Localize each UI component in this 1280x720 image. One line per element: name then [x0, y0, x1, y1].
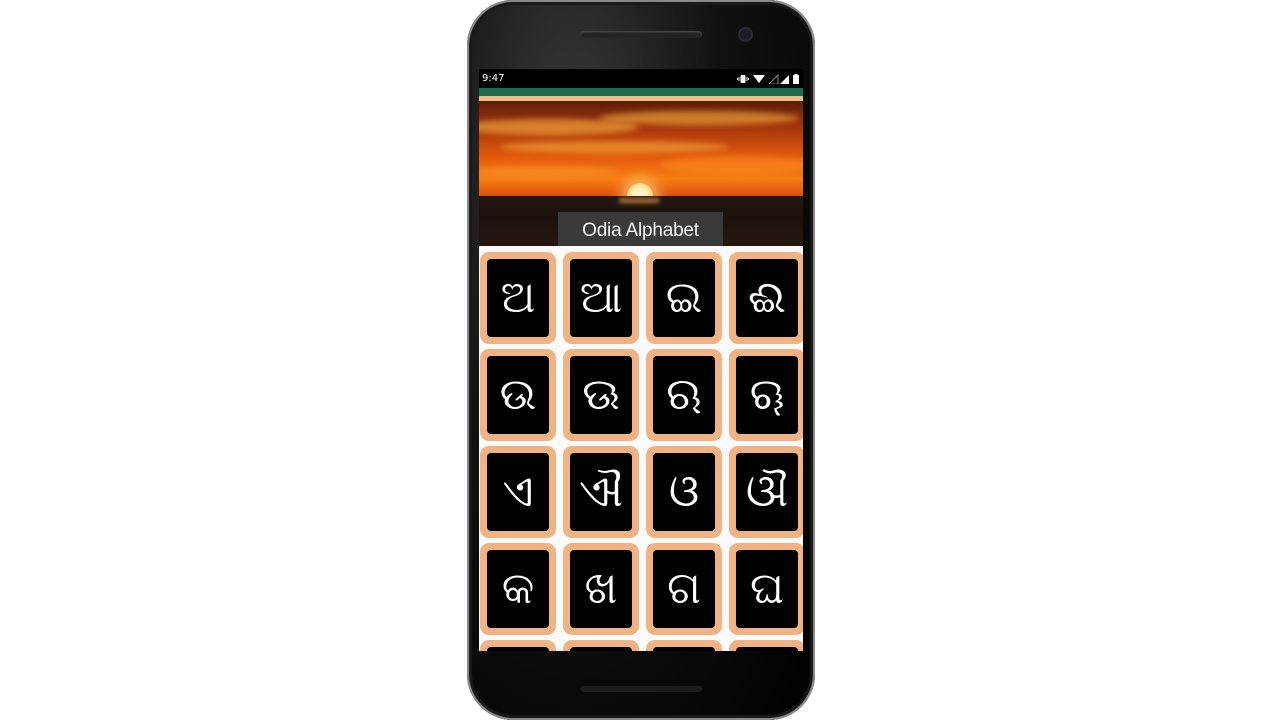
status-icons: [737, 73, 799, 84]
letter-char: ଓ: [653, 453, 715, 531]
letter-tile[interactable]: ଆ: [563, 252, 639, 344]
screen: 9:47 Odia Alphabet ଅ ଆ ଇ ଈ ଉ ଊ ଋ ୠ ଏ ଐ ଓ…: [479, 69, 803, 651]
letter-tile[interactable]: ଗ: [646, 543, 722, 635]
letter-char: ଈ: [736, 259, 798, 337]
letter-char: ଋ: [653, 356, 715, 434]
letter-char: କ: [487, 550, 549, 628]
front-camera-icon: [740, 29, 751, 40]
sunset-banner-image: Odia Alphabet: [479, 101, 803, 251]
letter-tile[interactable]: ଖ: [563, 543, 639, 635]
letter-tile[interactable]: [480, 640, 556, 651]
letter-char: ଇ: [653, 259, 715, 337]
letter-char: ଆ: [570, 259, 632, 337]
letter-char: [653, 647, 715, 651]
earpiece-speaker: [580, 31, 702, 38]
letter-char: [487, 647, 549, 651]
letter-tile[interactable]: ଈ: [729, 252, 803, 344]
letter-tile[interactable]: ଓ: [646, 446, 722, 538]
letter-char: ଘ: [736, 550, 798, 628]
letter-char: [736, 647, 798, 651]
letter-char: ଅ: [487, 259, 549, 337]
letter-tile[interactable]: ଔ: [729, 446, 803, 538]
app-title: Odia Alphabet: [558, 212, 723, 249]
banner-cloud: [599, 111, 799, 125]
sun-reflection: [619, 198, 659, 203]
banner-cloud: [499, 141, 729, 153]
signal-icon: [769, 73, 789, 84]
letter-char: ଉ: [487, 356, 549, 434]
letter-tile[interactable]: ଊ: [563, 349, 639, 441]
letter-char: ଐ: [570, 453, 632, 531]
phone-frame: 9:47 Odia Alphabet ଅ ଆ ଇ ଈ ଉ ଊ ଋ ୠ ଏ ଐ ଓ…: [467, 0, 815, 720]
letter-char: ୠ: [736, 356, 798, 434]
letter-char: ଊ: [570, 356, 632, 434]
letter-tile[interactable]: ଇ: [646, 252, 722, 344]
letter-tile[interactable]: ଉ: [480, 349, 556, 441]
letter-tile[interactable]: ଏ: [480, 446, 556, 538]
letter-char: ଖ: [570, 550, 632, 628]
wifi-icon: [753, 74, 765, 83]
banner-cloud: [479, 166, 619, 178]
letter-tile[interactable]: ଘ: [729, 543, 803, 635]
letter-tile[interactable]: କ: [480, 543, 556, 635]
letter-char: ଔ: [736, 453, 798, 531]
status-bar: 9:47: [479, 69, 803, 88]
letter-tile[interactable]: ଐ: [563, 446, 639, 538]
vibrate-icon: [737, 74, 749, 83]
status-time: 9:47: [482, 73, 505, 84]
letter-char: ଏ: [487, 453, 549, 531]
letter-tile[interactable]: [563, 640, 639, 651]
banner-cloud: [659, 156, 803, 174]
alphabet-grid[interactable]: ଅ ଆ ଇ ଈ ଉ ଊ ଋ ୠ ଏ ଐ ଓ ଔ କ ଖ ଗ ଘ: [479, 246, 803, 651]
letter-tile[interactable]: ଅ: [480, 252, 556, 344]
battery-icon: [793, 73, 799, 84]
letter-char: [570, 647, 632, 651]
letter-tile[interactable]: [729, 640, 803, 651]
letter-tile[interactable]: [646, 640, 722, 651]
letter-tile[interactable]: ୠ: [729, 349, 803, 441]
bottom-speaker: [580, 686, 702, 692]
app-toolbar: [479, 88, 803, 101]
letter-tile[interactable]: ଋ: [646, 349, 722, 441]
letter-char: ଗ: [653, 550, 715, 628]
